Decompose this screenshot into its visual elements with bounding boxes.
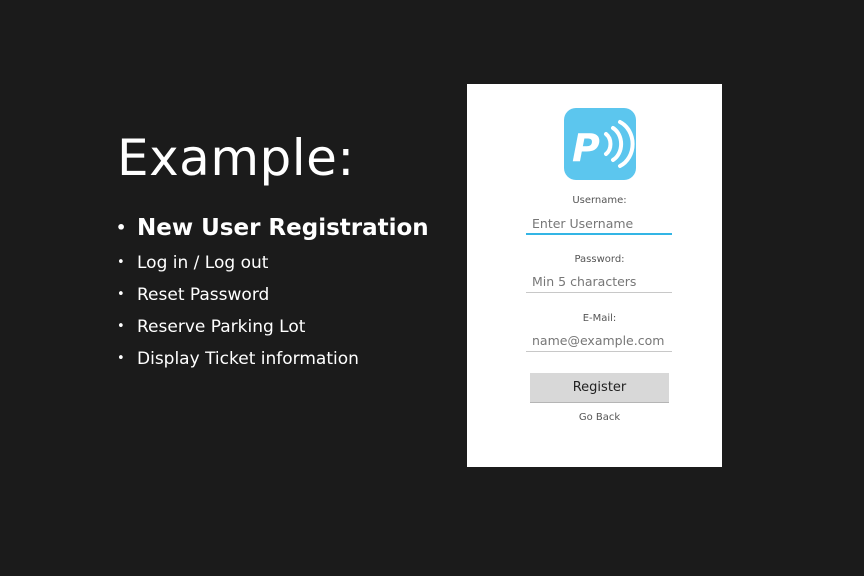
logo-letter: P — [572, 126, 600, 170]
registration-screen: P Username: Password: E-Mail: Register G… — [467, 84, 722, 467]
feature-item-registration: New User Registration — [115, 211, 429, 251]
email-label: E-Mail: — [582, 313, 617, 324]
feature-item-reserve-parking: Reserve Parking Lot — [115, 315, 429, 347]
slide-title: Example: — [117, 129, 355, 187]
feature-list: New User Registration Log in / Log out R… — [115, 211, 429, 379]
email-input[interactable] — [526, 330, 672, 352]
password-label: Password: — [574, 254, 625, 265]
parking-wireless-icon: P — [564, 108, 636, 180]
feature-item-reset-password: Reset Password — [115, 283, 429, 315]
logo-graphic: P — [572, 120, 635, 170]
username-input[interactable] — [526, 213, 672, 235]
feature-item-ticket-info: Display Ticket information — [115, 347, 429, 379]
go-back-link[interactable]: Go Back — [467, 412, 732, 423]
register-button[interactable]: Register — [530, 373, 669, 403]
username-label: Username: — [572, 195, 627, 206]
password-input[interactable] — [526, 271, 672, 293]
feature-item-login: Log in / Log out — [115, 251, 429, 283]
